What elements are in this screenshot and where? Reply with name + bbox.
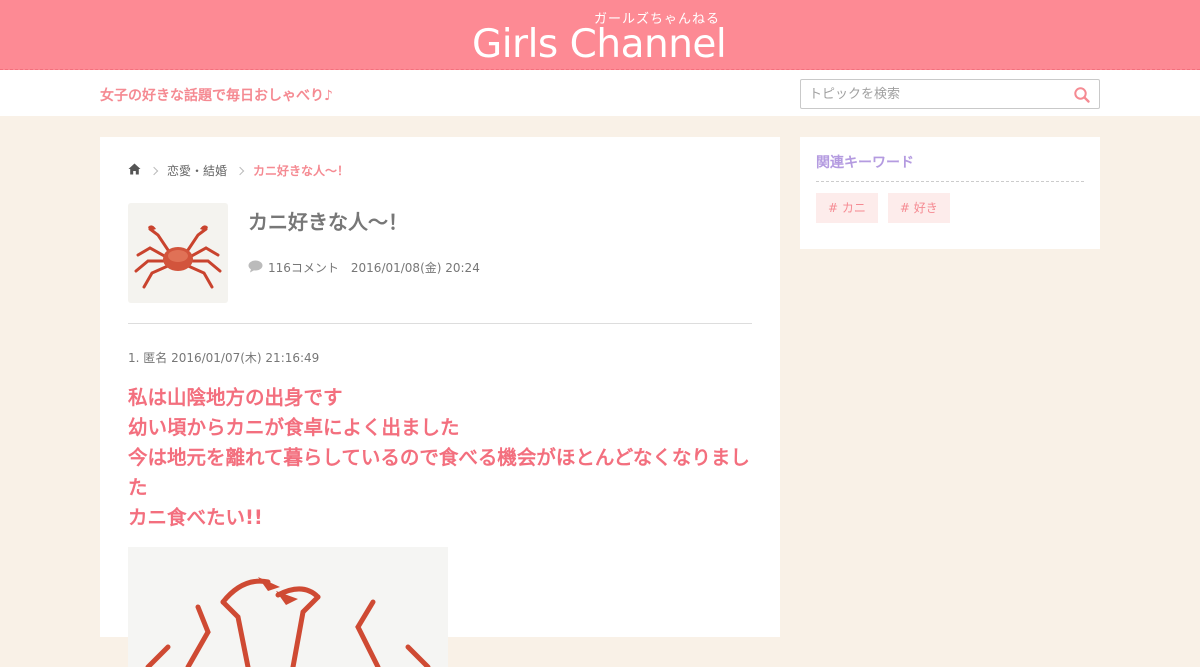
topic-main: 恋愛・結婚 カニ好きな人〜！ カニ好きな人〜！ 116コメント 2016/01/… [100, 137, 780, 667]
comment-image[interactable] [128, 547, 448, 667]
keyword-tags: # カニ # 好き [816, 193, 960, 223]
divider [128, 323, 752, 324]
topic-thumbnail[interactable] [128, 203, 228, 303]
chevron-right-icon [149, 166, 159, 175]
comment-line: 今は地元を離れて暮らしているので食べる機会がほとんどなくなりました [128, 446, 750, 499]
comment-body: 私は山陰地方の出身です 幼い頃からカニが食卓によく出ました 今は地元を離れて暮ら… [128, 383, 752, 533]
comment-count[interactable]: 116コメント [268, 259, 339, 276]
breadcrumb-category[interactable]: 恋愛・結婚 [167, 162, 227, 179]
comment-line: カニ食べたい!! [128, 506, 263, 529]
search-box [800, 79, 1100, 109]
home-icon[interactable] [128, 163, 141, 178]
topic-date: 2016/01/08(金) 20:24 [350, 261, 480, 275]
search-icon[interactable] [1073, 86, 1091, 104]
chevron-right-icon [235, 166, 245, 175]
related-keywords: 関連キーワード # カニ # 好き [800, 137, 1100, 249]
site-logo[interactable]: ガールズちゃんねる Girls Channel [472, 6, 728, 67]
keywords-title: 関連キーワード [816, 155, 914, 171]
topic-meta: 116コメント 2016/01/08(金) 20:24 [248, 259, 480, 276]
divider [816, 181, 1084, 182]
site-tagline: 女子の好きな話題で毎日おしゃべり♪ [100, 88, 333, 104]
comment-line: 私は山陰地方の出身です [128, 386, 343, 409]
search-input[interactable] [801, 80, 1061, 108]
keyword-tag[interactable]: # カニ [816, 193, 878, 223]
site-header: ガールズちゃんねる Girls Channel [0, 0, 1200, 70]
comment-header: 1. 匿名 2016/01/07(木) 21:16:49 [128, 351, 320, 365]
breadcrumb-current: カニ好きな人〜！ [253, 164, 350, 178]
topic-title: カニ好きな人〜！ [248, 210, 408, 234]
sub-header: 女子の好きな話題で毎日おしゃべり♪ [0, 70, 1200, 116]
comment-icon [248, 260, 263, 276]
breadcrumb: 恋愛・結婚 カニ好きな人〜！ [128, 162, 349, 179]
comment-line: 幼い頃からカニが食卓によく出ました [128, 416, 460, 439]
keyword-tag[interactable]: # 好き [887, 193, 950, 223]
logo-text: Girls Channel [472, 22, 727, 67]
